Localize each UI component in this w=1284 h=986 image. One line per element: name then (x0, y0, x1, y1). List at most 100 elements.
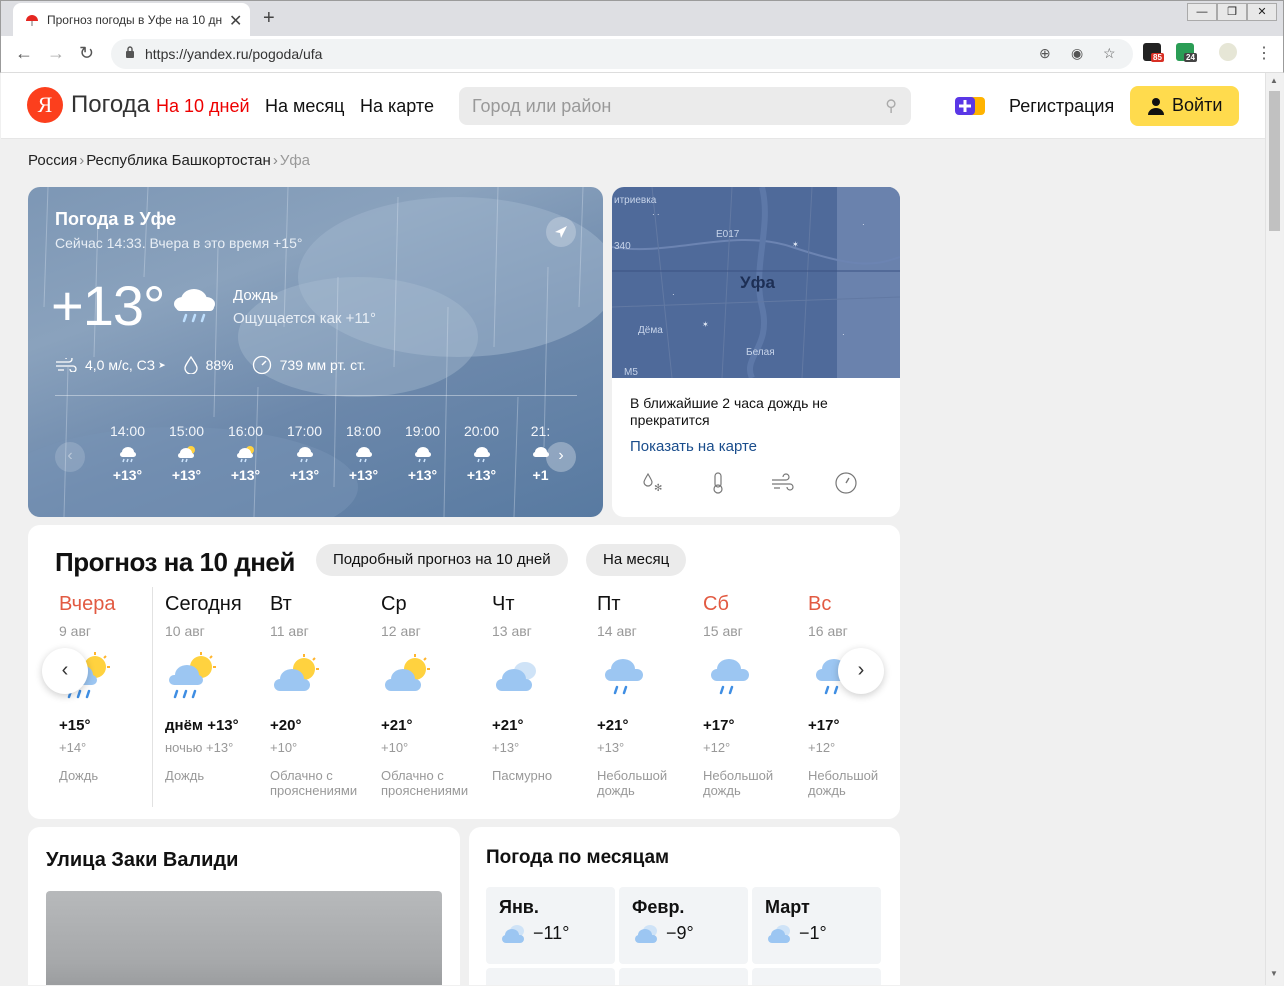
forecast-day[interactable]: Пт 14 авг +21° +13° Небольшой дождь (597, 593, 702, 798)
street-camera-image[interactable] (46, 891, 442, 985)
hourly-strip: 14:00 +13° 15:00 +13° 16:00 +13° 17:00 +… (98, 423, 568, 493)
profile-avatar-icon[interactable] (1219, 43, 1237, 61)
forecast-next-button[interactable]: › (838, 648, 884, 694)
forecast-day-today[interactable]: Сегодня 10 авг днём +13° ночью +13° Дожд… (165, 593, 270, 783)
page-scrollbar[interactable]: ▲ ▼ (1265, 73, 1283, 985)
tab-title: Прогноз погоды в Уфе на 10 дн (47, 13, 222, 27)
breadcrumb-region[interactable]: Республика Башкортостан (86, 152, 271, 169)
wind-direction-icon: ➤ (158, 359, 166, 370)
monthly-climate-card: Погода по месяцам Янв. −11° Февр. −9° Ма… (469, 827, 900, 985)
forecast-day[interactable]: Чт 13 авг +21° +13° Пасмурно (492, 593, 597, 783)
day-condition: Дождь (59, 768, 99, 783)
lock-icon (126, 46, 134, 58)
window-controls: — ❐ ✕ (1187, 3, 1277, 21)
geolocation-button[interactable] (546, 217, 576, 247)
current-params: 4,0 м/с, СЗ ➤ 88% 739 мм рт. ст. (55, 355, 384, 375)
register-link[interactable]: Регистрация (1009, 96, 1114, 117)
forward-icon[interactable]: → (47, 43, 65, 64)
pressure-gauge-icon (252, 355, 271, 375)
day-temp-high: +21° (597, 717, 629, 734)
forecast-day[interactable]: Вт 11 авг +20° +10° Облачно с прояснения… (270, 593, 375, 798)
eye-off-icon[interactable]: ◉ (1071, 45, 1083, 62)
search-icon[interactable]: ⚲ (885, 96, 897, 116)
month-cell[interactable] (752, 968, 881, 985)
hour-temp: +13° (112, 467, 143, 483)
bookmark-star-icon[interactable]: ☆ (1103, 45, 1116, 62)
nav-map[interactable]: На карте (360, 96, 434, 117)
close-window-icon[interactable]: ✕ (1247, 3, 1277, 21)
forecast-day[interactable]: Ср 12 авг +21° +10° Облачно с прояснения… (381, 593, 486, 798)
scrollbar-thumb[interactable] (1269, 91, 1280, 231)
rain-cloud-icon (174, 289, 215, 323)
hour-time: 21: (530, 423, 551, 439)
overcast-icon (496, 662, 536, 691)
scroll-up-icon[interactable]: ▲ (1270, 76, 1278, 85)
day-temp-high: +17° (808, 717, 840, 734)
forecast-day[interactable]: Вс 16 авг +17° +12° Небольшой дождь (808, 593, 900, 798)
day-condition: Пасмурно (492, 768, 553, 783)
month-cell[interactable] (619, 968, 748, 985)
extension-2-badge: 24 (1184, 53, 1197, 62)
day-temp-low: +12° (703, 740, 731, 755)
show-on-map-link[interactable]: Показать на карте (630, 438, 757, 455)
wind-layer-icon[interactable] (770, 471, 834, 500)
day-temp-low: +10° (270, 740, 298, 755)
day-date: 13 авг (492, 623, 532, 639)
svg-text:· ·: · · (652, 210, 660, 219)
month-cell[interactable]: Март −1° (752, 887, 881, 964)
month-cell[interactable]: Февр. −9° (619, 887, 748, 964)
browser-tab[interactable]: Прогноз погоды в Уфе на 10 дн ✕ (13, 3, 250, 37)
nav-10-days[interactable]: На 10 дней (156, 96, 250, 117)
day-name: Вт (270, 593, 292, 615)
precipitation-layer-icon[interactable]: ✻ (642, 471, 706, 500)
hour-item: 18:00 +13° (334, 423, 393, 483)
service-title[interactable]: Погода (71, 91, 150, 119)
forecast-prev-button[interactable]: ‹ (42, 648, 88, 694)
breadcrumb-country[interactable]: Россия (28, 152, 77, 169)
map-layer-switcher: ✻ (642, 471, 898, 500)
login-button[interactable]: Войти (1130, 86, 1239, 126)
address-bar[interactable]: https://yandex.ru/pogoda/ufa ⊕ ◉ ☆ (111, 39, 1133, 69)
day-name: Пт (597, 593, 621, 615)
svg-text:·: · (862, 220, 865, 229)
menu-dots-icon[interactable]: ⋮ (1256, 43, 1272, 63)
back-icon[interactable]: ← (15, 43, 33, 64)
precipitation-map[interactable]: · · ✶ ✶ · · · Уфа итриевка 340 Е017 Дёма М5 Б… (612, 187, 900, 380)
hour-item: 21: +1 (511, 423, 568, 483)
extension-1-icon[interactable]: 85 (1143, 43, 1164, 62)
svg-text:·: · (672, 290, 675, 299)
current-condition: Дождь (233, 287, 279, 304)
breadcrumb-separator: › (272, 152, 278, 169)
sun-rain-icon (177, 446, 195, 463)
precipitation-map-card[interactable]: · · ✶ ✶ · · · Уфа итриевка 340 Е017 Дёма М5 Б… (612, 187, 900, 517)
new-tab-icon[interactable]: + (263, 7, 275, 30)
forecast-10-days-card: Прогноз на 10 дней Подробный прогноз на … (28, 525, 900, 819)
day-date: 12 авг (381, 623, 421, 639)
login-label: Войти (1172, 95, 1223, 115)
month-forecast-button[interactable]: На месяц (586, 544, 687, 576)
yandex-plus-icon[interactable] (955, 95, 985, 117)
forecast-day[interactable]: Сб 15 авг +17° +12° Небольшой дождь (703, 593, 808, 798)
restore-icon[interactable]: ❐ (1217, 3, 1247, 21)
zoom-icon[interactable]: ⊕ (1039, 45, 1051, 62)
reload-icon[interactable]: ↻ (79, 43, 94, 64)
hourly-prev-button[interactable]: ‹ (55, 442, 85, 472)
detailed-forecast-button[interactable]: Подробный прогноз на 10 дней (316, 544, 568, 576)
month-cell[interactable] (486, 968, 615, 985)
temperature-layer-icon[interactable] (706, 471, 770, 500)
hour-temp: +1 (532, 467, 549, 483)
month-temp: −9° (666, 923, 694, 943)
city-search-input[interactable]: Город или район ⚲ (459, 87, 911, 125)
day-date: 11 авг (270, 623, 309, 639)
day-condition: Облачно с прояснениями (381, 768, 469, 798)
minimize-icon[interactable]: — (1187, 3, 1217, 21)
pressure-layer-icon[interactable] (834, 471, 898, 500)
humidity-value: 88% (205, 357, 234, 373)
humidity-drop-icon (183, 356, 198, 374)
nav-month[interactable]: На месяц (265, 96, 344, 117)
yandex-logo[interactable]: Я (27, 87, 63, 123)
month-cell[interactable]: Янв. −11° (486, 887, 615, 964)
extension-2-icon[interactable]: 24 (1176, 43, 1197, 62)
tab-close-icon[interactable]: ✕ (229, 11, 242, 31)
scroll-down-icon[interactable]: ▼ (1270, 969, 1278, 978)
